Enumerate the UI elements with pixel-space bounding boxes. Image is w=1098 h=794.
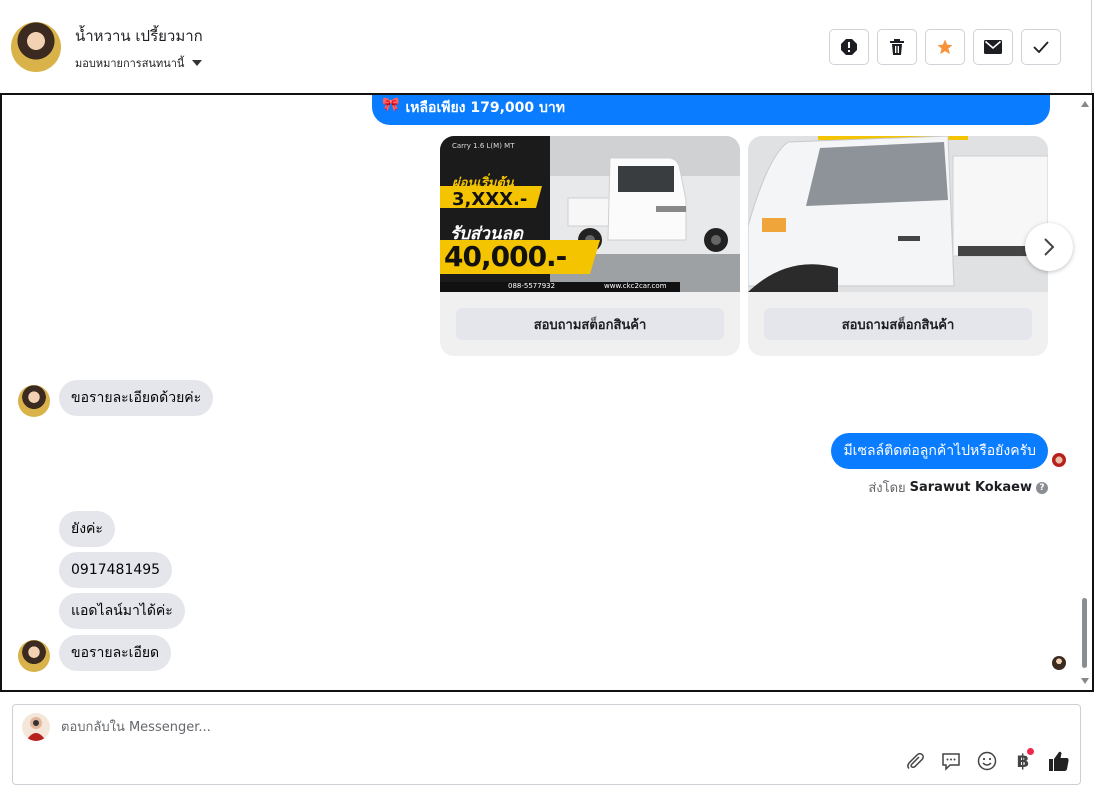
sent-by-label: ส่งโดย Sarawut Kokaew ? — [868, 477, 1048, 498]
scrollbar-thumb[interactable] — [1082, 598, 1087, 668]
sent-by-prefix: ส่งโดย — [868, 481, 906, 496]
payment-button[interactable]: ฿ — [1012, 748, 1034, 772]
model-label: Carry 1.6 L(M) MT — [452, 142, 515, 150]
ask-stock-button[interactable]: สอบถามสต็อกสินค้า — [456, 308, 724, 340]
incoming-message[interactable]: ขอรายละเอียดด้วยค่ะ — [59, 380, 214, 416]
seen-receipt-avatar — [1052, 656, 1066, 670]
incoming-message[interactable]: ขอรายละเอียด — [59, 635, 172, 671]
assign-conversation-dropdown[interactable]: มอบหมายการสนทนานี้ — [75, 54, 203, 72]
chevron-right-icon — [1044, 238, 1055, 256]
seen-receipt-avatar — [1052, 453, 1066, 467]
ribbon-icon: 🎀 — [382, 97, 400, 113]
spam-icon — [841, 39, 857, 55]
incoming-message[interactable]: แอดไลน์มาได้ค่ะ — [59, 593, 185, 629]
incoming-message[interactable]: ยังค่ะ — [59, 511, 115, 547]
like-button[interactable] — [1048, 750, 1070, 772]
reply-input[interactable] — [61, 715, 861, 739]
website: www.ckc2car.com — [604, 282, 667, 290]
assign-label: มอบหมายการสนทนานี้ — [75, 57, 185, 70]
promo-text: เหลือเพียง 179,000 บาท — [405, 100, 565, 116]
product-image[interactable]: Carry 1.6 L(M) MT ผ่อนเริ่มต้น 3,XXX.- ร… — [440, 136, 740, 292]
promo-message-bubble: 🎀 เหลือเพียง 179,000 บาท — [372, 95, 1050, 125]
saved-replies-button[interactable] — [940, 750, 962, 772]
chat-bubble-icon — [942, 753, 960, 771]
carousel-next-button[interactable] — [1025, 223, 1073, 271]
star-icon — [937, 39, 953, 55]
star-button[interactable] — [925, 29, 965, 65]
promo-line-4: 40,000.- — [444, 240, 567, 273]
scroll-down-arrow-icon[interactable] — [1081, 678, 1089, 684]
help-icon[interactable]: ? — [1036, 481, 1048, 494]
trash-icon — [890, 39, 904, 55]
incoming-message[interactable]: 0917481495 — [59, 552, 173, 588]
chat-scrollbar[interactable] — [1080, 95, 1090, 690]
paperclip-icon — [907, 752, 924, 770]
product-card[interactable]: Carry 1.6 L(M) MT ผ่อนเริ่มต้น 3,XXX.- ร… — [440, 136, 740, 356]
check-icon — [1033, 41, 1049, 53]
mark-done-button[interactable] — [1021, 29, 1061, 65]
delete-button[interactable] — [877, 29, 917, 65]
sender-avatar — [18, 640, 50, 672]
attach-button[interactable] — [904, 750, 926, 772]
contact-name[interactable]: น้ำหวาน เปรี้ยวมาก — [75, 24, 203, 48]
mark-spam-button[interactable] — [829, 29, 869, 65]
promo-line-2: 3,XXX.- — [452, 189, 528, 210]
caret-down-icon — [192, 60, 203, 66]
sender-avatar — [18, 385, 50, 417]
phone-number: 088-5577932 — [508, 282, 556, 290]
reply-composer: ฿ — [12, 704, 1081, 785]
agent-name: Sarawut Kokaew — [909, 480, 1032, 495]
outgoing-message[interactable]: มีเซลล์ติดต่อลูกค้าไปหรือยังครับ — [831, 433, 1048, 469]
ask-stock-button[interactable]: สอบถามสต็อกสินค้า — [764, 308, 1032, 340]
conversation-header: น้ำหวาน เปรี้ยวมาก มอบหมายการสนทนานี้ — [0, 0, 1098, 93]
scroll-up-arrow-icon[interactable] — [1081, 101, 1089, 107]
smiley-icon — [977, 751, 997, 771]
composer-tools: ฿ — [904, 748, 1070, 772]
product-image[interactable] — [748, 136, 1048, 292]
emoji-button[interactable] — [976, 750, 998, 772]
product-card[interactable]: สอบถามสต็อกสินค้า — [748, 136, 1048, 356]
message-thread[interactable]: 🎀 เหลือเพียง 179,000 บาท Carry 1.6 L(M) … — [0, 93, 1094, 692]
thumbs-up-icon — [1049, 751, 1069, 771]
agent-avatar — [22, 713, 50, 741]
header-actions — [829, 29, 1061, 65]
contact-avatar[interactable] — [11, 22, 61, 72]
mark-unread-button[interactable] — [973, 29, 1013, 65]
mail-icon — [984, 40, 1002, 54]
notification-dot — [1027, 748, 1034, 755]
truck-side-image — [748, 136, 1048, 292]
divider — [1091, 0, 1092, 93]
